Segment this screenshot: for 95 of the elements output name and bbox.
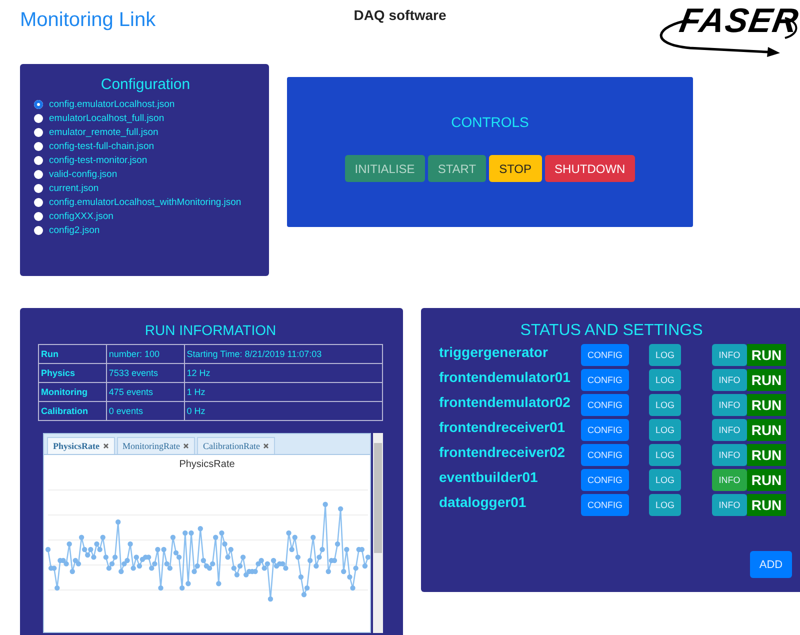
info-button[interactable]: INFO [712, 419, 747, 441]
option-label: configXXX.json [49, 210, 114, 222]
config-option[interactable]: current.json [34, 181, 257, 195]
config-button[interactable]: CONFIG [581, 344, 629, 366]
radio-button[interactable] [34, 100, 43, 108]
table-cell: 475 events [106, 382, 184, 402]
panel-title: CONTROLS [451, 114, 529, 130]
scrollbar[interactable] [373, 433, 383, 633]
config-option[interactable]: config.emulatorLocalhost.json [34, 97, 257, 111]
run-status: RUN [747, 394, 786, 416]
chart-tab[interactable]: PhysicsRate [47, 437, 114, 454]
option-label: emulatorLocalhost_full.json [49, 112, 164, 124]
log-button[interactable]: LOG [649, 394, 681, 416]
log-button[interactable]: LOG [649, 494, 681, 516]
chart-tab[interactable]: MonitoringRate [116, 437, 195, 454]
log-button[interactable]: LOG [649, 369, 681, 391]
component-name: eventbuilder01 [439, 469, 539, 485]
config-option[interactable]: valid-config.json [34, 167, 257, 181]
radio-button[interactable] [34, 226, 43, 234]
config-option[interactable]: config2.json [34, 223, 257, 237]
config-button[interactable]: CONFIG [581, 494, 629, 516]
radio-button[interactable] [34, 142, 43, 150]
table-cell: Starting Time: 8/21/2019 11:07:03 [184, 344, 382, 364]
close-icon[interactable] [102, 443, 108, 449]
table-cell: Physics [38, 364, 106, 382]
option-label: current.json [49, 182, 99, 194]
table-cell: 1 Hz [184, 382, 382, 402]
table-cell: 0 Hz [184, 402, 382, 420]
config-option[interactable]: emulatorLocalhost_full.json [34, 111, 257, 125]
run-status: RUN [747, 444, 786, 466]
config-button[interactable]: CONFIG [581, 369, 629, 391]
run-status: RUN [747, 344, 786, 366]
config-option[interactable]: emulator_remote_full.json [34, 125, 257, 139]
panel-title: RUN INFORMATION [144, 322, 278, 338]
table-cell: Run [38, 344, 106, 364]
config-option[interactable]: config-test-full-chain.json [34, 139, 257, 153]
info-button[interactable]: INFO [712, 344, 747, 366]
component-name: frontendemulator02 [439, 394, 572, 410]
config-option[interactable]: configXXX.json [34, 209, 257, 223]
component-name: triggergenerator [439, 344, 549, 360]
radio-button[interactable] [34, 184, 43, 192]
info-button[interactable]: INFO [712, 444, 747, 466]
chart-tab[interactable]: CalibrationRate [197, 437, 275, 454]
config-button[interactable]: CONFIG [581, 444, 629, 466]
log-button[interactable]: LOG [649, 469, 681, 491]
info-button[interactable]: INFO [712, 494, 747, 516]
radio-button[interactable] [34, 128, 43, 136]
info-button[interactable]: INFO [712, 469, 747, 491]
component-name: datalogger01 [439, 494, 528, 510]
panel-title: Configuration [100, 76, 192, 93]
control-button[interactable]: SHUTDOWN [544, 155, 636, 182]
info-button[interactable]: INFO [712, 369, 747, 391]
control-button[interactable]: STOP [489, 155, 542, 182]
table-cell: Calibration [38, 402, 106, 420]
option-label: config2.json [49, 224, 100, 236]
radio-button[interactable] [34, 114, 43, 122]
config-option[interactable]: config.emulatorLocalhost_withMonitoring.json [34, 195, 257, 209]
radio-button[interactable] [34, 198, 43, 206]
close-icon[interactable] [183, 443, 189, 449]
chart-title: PhysicsRate [178, 459, 236, 470]
logo-text: FASER [676, 2, 800, 41]
config-button[interactable]: CONFIG [581, 394, 629, 416]
option-label: config.emulatorLocalhost.json [49, 98, 175, 110]
table-cell: 12 Hz [184, 364, 382, 382]
run-status: RUN [747, 494, 786, 516]
table-cell: number: 100 [106, 344, 184, 364]
monitoring-link[interactable]: Monitoring Link [0, 0, 354, 60]
table-cell: 0 events [106, 402, 184, 420]
run-status: RUN [747, 469, 786, 491]
close-icon[interactable] [262, 443, 269, 449]
config-button[interactable]: CONFIG [581, 469, 629, 491]
log-button[interactable]: LOG [649, 419, 681, 441]
run-status: RUN [747, 369, 786, 391]
panel-title: STATUS AND SETTINGS [519, 322, 704, 340]
component-name: frontendreceiver02 [439, 444, 566, 460]
option-label: valid-config.json [49, 168, 118, 180]
option-label: config-test-monitor.json [49, 154, 148, 166]
config-option[interactable]: config-test-monitor.json [34, 153, 257, 167]
page-title: DAQ software [354, 6, 446, 25]
option-label: emulator_remote_full.json [49, 126, 158, 138]
add-button[interactable]: ADD [750, 551, 792, 578]
run-status: RUN [747, 419, 786, 441]
radio-button[interactable] [34, 212, 43, 220]
log-button[interactable]: LOG [649, 344, 681, 366]
radio-button[interactable] [34, 156, 43, 164]
option-label: config.emulatorLocalhost_withMonitoring.json [49, 196, 242, 208]
component-name: frontendemulator01 [439, 369, 572, 385]
option-label: config-test-full-chain.json [49, 140, 154, 152]
info-button[interactable]: INFO [712, 394, 747, 416]
config-button[interactable]: CONFIG [581, 419, 629, 441]
table-cell: Monitoring [38, 382, 106, 402]
radio-button[interactable] [34, 170, 43, 178]
log-button[interactable]: LOG [649, 444, 681, 466]
component-name: frontendreceiver01 [439, 419, 566, 435]
table-cell: 7533 events [106, 364, 184, 382]
